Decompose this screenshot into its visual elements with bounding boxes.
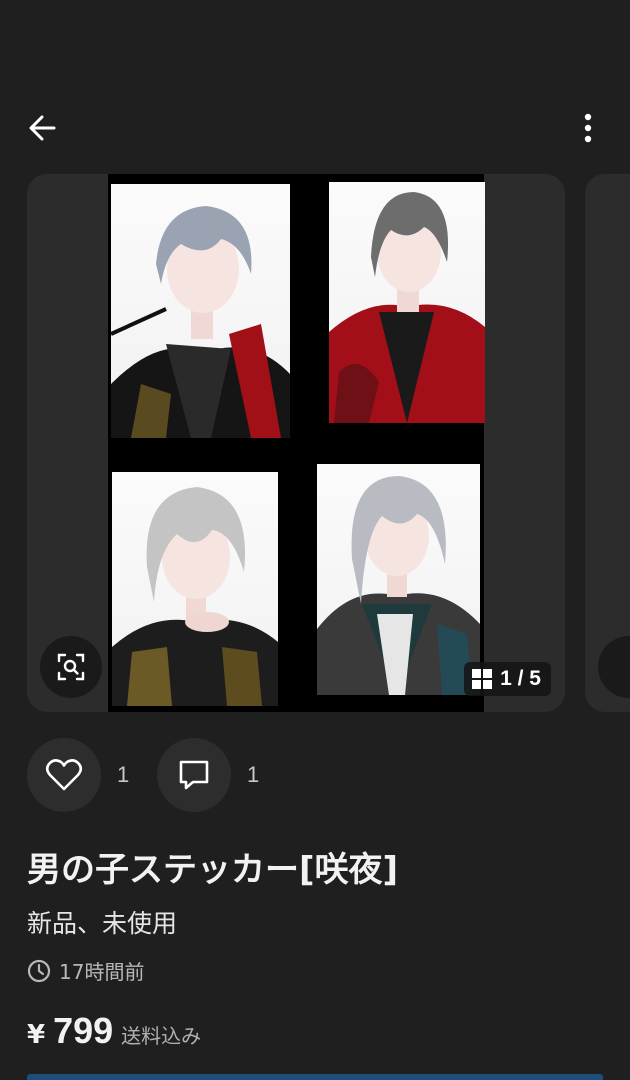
sticker-photo [111,184,290,438]
more-vertical-icon [584,113,592,143]
heart-icon [45,759,83,791]
sticker-photo [329,182,485,423]
image-counter-text: 1 / 5 [500,667,541,690]
image-counter: 1 / 5 [464,662,551,696]
clock-icon [27,959,51,982]
comment-action[interactable]: 1 [157,738,259,812]
product-image[interactable] [108,174,485,712]
purchase-button-edge[interactable] [27,1074,603,1080]
sticker-photo [317,464,480,695]
like-button[interactable] [27,738,101,812]
image-search-icon [57,653,85,681]
item-condition: 新品、未使用 [27,909,178,938]
posted-time-text: 17時間前 [59,960,145,984]
price: ¥ 799 送料込み [27,1010,201,1052]
sticker-photo [112,472,278,706]
comment-icon [179,760,209,790]
currency-symbol: ¥ [27,1020,46,1050]
comment-count: 1 [247,762,260,787]
image-carousel[interactable]: 1 / 5 [0,174,630,712]
arrow-left-icon [29,115,56,141]
like-action[interactable]: 1 [27,738,129,812]
carousel-slide[interactable]: 1 / 5 [27,174,565,712]
image-search-button[interactable] [40,636,102,698]
item-title: 男の子ステッカー[咲夜] [27,850,399,890]
shipping-info: 送料込み [121,1024,202,1048]
back-button[interactable] [22,108,62,148]
next-slide-peek[interactable] [585,174,630,712]
item-detail-page: 1 / 5 1 1 男の子ステッカー[咲夜] 新品、未使用 17時間前 ¥ 79… [0,0,630,1080]
like-count: 1 [117,762,130,787]
more-options-button[interactable] [568,108,608,148]
price-amount: 799 [53,1010,114,1051]
comment-button[interactable] [157,738,231,812]
posted-time: 17時間前 [27,956,144,985]
grid-icon [472,669,493,689]
